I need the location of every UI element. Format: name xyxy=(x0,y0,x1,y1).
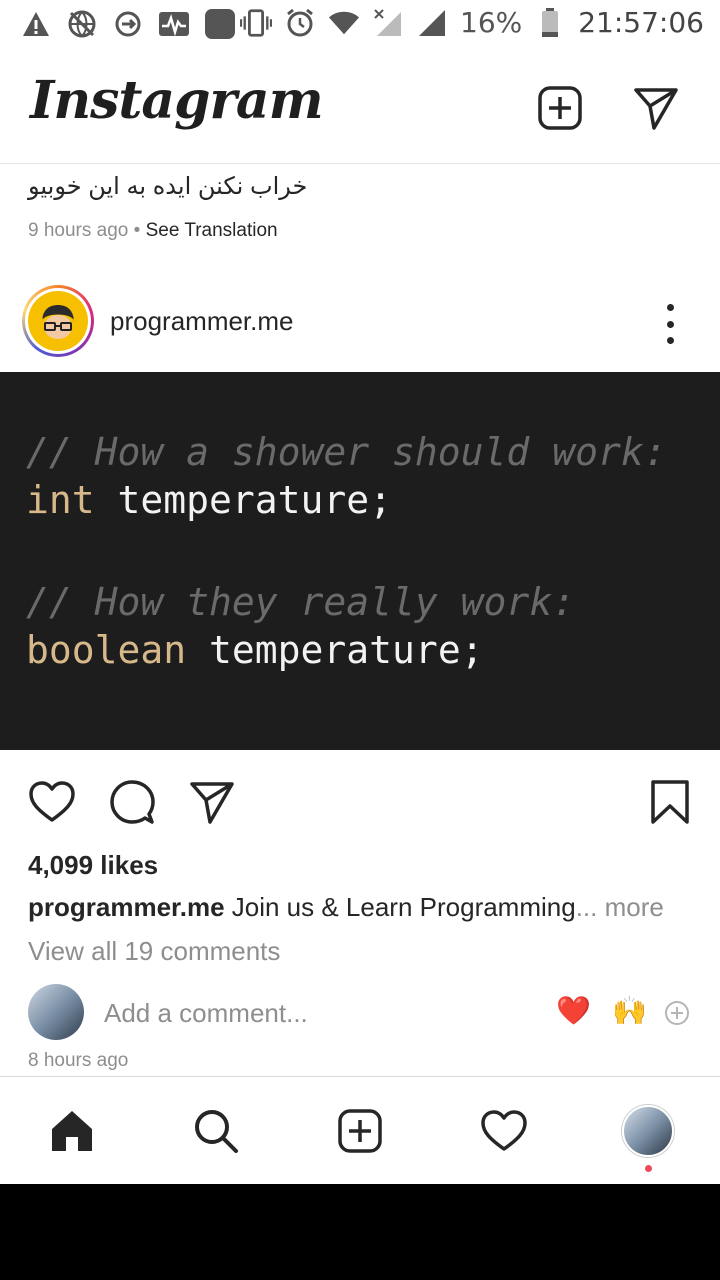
view-all-comments-link[interactable]: View all 19 comments xyxy=(28,936,280,967)
bottom-navigation xyxy=(0,1076,720,1184)
create-post-tab[interactable] xyxy=(336,1107,384,1155)
caption-more-link[interactable]: ... more xyxy=(576,892,664,922)
like-button[interactable] xyxy=(28,778,76,826)
alarm-icon xyxy=(284,7,316,39)
more-dot-icon xyxy=(666,320,674,328)
caption-username[interactable]: programmer.me xyxy=(28,892,225,922)
more-reactions-icon[interactable] xyxy=(664,1000,690,1026)
activity-tab[interactable] xyxy=(480,1107,528,1155)
add-post-icon xyxy=(338,1109,382,1153)
app-header: Instagram xyxy=(0,50,720,164)
code-comment-1: // How a shower should work: xyxy=(26,430,667,474)
search-icon xyxy=(195,1110,238,1153)
code-line-int: int temperature; xyxy=(26,478,392,522)
signal-icon xyxy=(416,7,448,39)
battery-icon xyxy=(534,7,566,39)
profile-tab-avatar[interactable] xyxy=(622,1105,674,1157)
more-dot-icon xyxy=(666,304,674,311)
meta-separator: • xyxy=(133,220,141,241)
post-time-ago: 8 hours ago xyxy=(28,1050,129,1071)
vibrate-icon xyxy=(240,7,272,39)
quick-reaction-heart[interactable]: ❤️ xyxy=(556,994,591,1027)
current-user-avatar xyxy=(28,984,84,1040)
save-bookmark-button[interactable] xyxy=(646,778,694,826)
wifi-icon xyxy=(328,7,360,39)
post-author-username[interactable]: programmer.me xyxy=(110,306,294,337)
previous-post-time: 9 hours ago xyxy=(28,220,129,241)
more-dot-icon xyxy=(666,337,674,344)
likes-count[interactable]: 4,099 likes xyxy=(28,850,158,881)
code-identifier-1: temperature; xyxy=(94,478,393,522)
profile-notification-dot xyxy=(645,1165,652,1172)
clock: 21:57:06 xyxy=(578,6,704,39)
instagram-screen: 16% 21:57:06 Instagram خراب نکنن ایده به… xyxy=(0,0,720,1184)
search-tab[interactable] xyxy=(192,1107,240,1155)
sync-icon xyxy=(112,8,144,40)
share-button[interactable] xyxy=(188,778,236,826)
code-identifier-2: temperature; xyxy=(186,628,484,672)
home-tab[interactable] xyxy=(48,1107,96,1155)
post-header: programmer.me xyxy=(0,282,720,372)
code-keyword-int: int xyxy=(26,478,95,522)
post-options-button[interactable] xyxy=(656,304,684,344)
previous-post-meta: 9 hours ago • See Translation xyxy=(28,220,278,242)
app-notification-icon xyxy=(204,8,236,40)
status-bar: 16% 21:57:06 xyxy=(0,0,720,50)
activity-monitor-icon xyxy=(158,8,190,40)
caption-text: Join us & Learn Programming xyxy=(224,892,576,922)
quick-reaction-raised-hands[interactable]: 🙌 xyxy=(612,994,647,1027)
system-navigation-area xyxy=(0,1184,720,1280)
post-caption: programmer.me Join us & Learn Programmin… xyxy=(28,892,664,923)
post-image[interactable]: // How a shower should work: int tempera… xyxy=(0,372,720,750)
direct-message-button[interactable] xyxy=(632,84,680,132)
add-comment-row: Add a comment... ❤️ 🙌 xyxy=(0,982,720,1046)
vpn-globe-icon xyxy=(66,8,98,40)
previous-post-caption: خراب نکنن ایده به این خوبیو xyxy=(28,173,308,200)
code-keyword-boolean: boolean xyxy=(26,628,187,672)
see-translation-link[interactable]: See Translation xyxy=(146,220,278,241)
code-comment-2: // How they really work: xyxy=(26,580,576,624)
instagram-logo[interactable]: Instagram xyxy=(30,70,324,131)
warning-icon xyxy=(20,8,52,40)
heart-icon xyxy=(481,1110,527,1151)
post-author-avatar[interactable] xyxy=(22,285,94,357)
battery-percent: 16% xyxy=(460,6,523,39)
comment-button[interactable] xyxy=(108,778,156,826)
add-comment-input[interactable]: Add a comment... xyxy=(104,998,308,1029)
signal-no-data-icon xyxy=(372,7,404,39)
post-actions xyxy=(0,770,720,830)
new-post-button[interactable] xyxy=(536,84,584,132)
home-icon xyxy=(52,1111,92,1151)
code-line-boolean: boolean temperature; xyxy=(26,628,484,672)
